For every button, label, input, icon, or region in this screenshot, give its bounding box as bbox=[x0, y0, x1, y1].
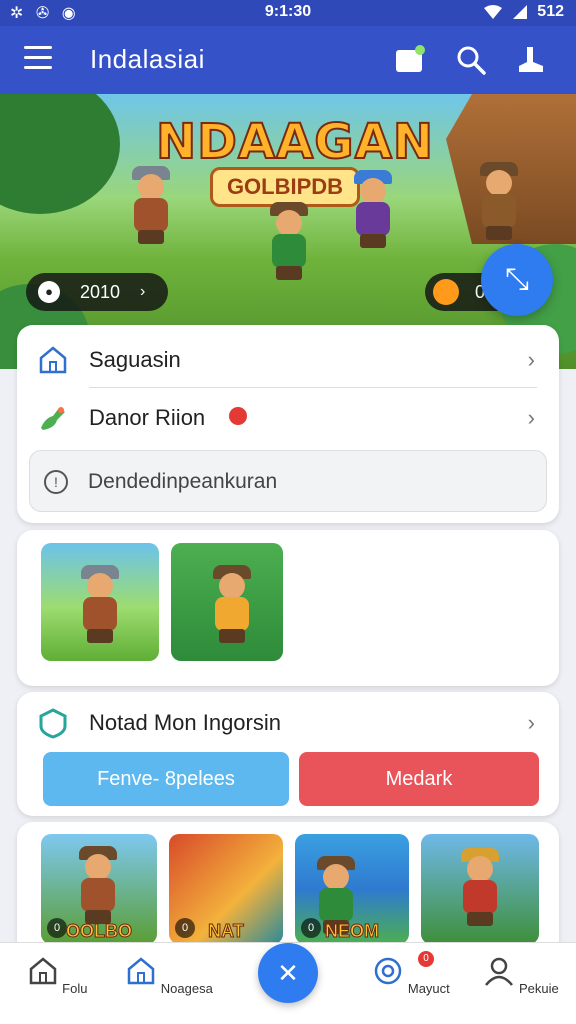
medark-button[interactable]: Medark bbox=[299, 752, 539, 806]
nav-item-pekuie[interactable]: Pekuie bbox=[476, 955, 566, 996]
shield-icon bbox=[39, 708, 67, 739]
menu-item-label: Saguasin bbox=[89, 347, 181, 372]
battery-level: 512 bbox=[537, 3, 564, 20]
chevron-right-icon: › bbox=[527, 405, 535, 430]
app-title: Indalasiai bbox=[90, 44, 205, 74]
character-thumb-1[interactable] bbox=[41, 543, 159, 661]
home-outline-icon bbox=[39, 346, 67, 374]
nav-label: Noagesa bbox=[160, 981, 213, 996]
game-label: NAT bbox=[208, 921, 245, 942]
search-placeholder: Dendedinpeankuran bbox=[88, 470, 278, 493]
score-pill[interactable]: ● 2010 › bbox=[26, 273, 168, 311]
character-dwarf bbox=[130, 166, 172, 246]
status-bar: ✲ ✇ ◉ 9:1:30 512 bbox=[0, 0, 576, 26]
chevron-right-icon: › bbox=[140, 283, 146, 300]
home-icon bbox=[127, 957, 155, 985]
game-label: OOLBO bbox=[66, 921, 133, 942]
features-button[interactable]: Fenve- 8pelees bbox=[43, 752, 289, 806]
nav-label: Folu bbox=[62, 981, 88, 996]
signal-icon bbox=[513, 5, 528, 19]
divider bbox=[89, 387, 537, 388]
close-icon: ✕ bbox=[277, 958, 299, 988]
chevron-right-icon: › bbox=[527, 347, 535, 372]
thumb-character bbox=[211, 565, 253, 645]
chevron-right-icon: › bbox=[527, 710, 535, 735]
notification-badge: 0 bbox=[418, 951, 434, 967]
menu-icon[interactable] bbox=[24, 46, 52, 72]
home-icon bbox=[29, 957, 56, 985]
nav-label: Pekuie bbox=[518, 981, 559, 996]
banner-title: NDAAGAN bbox=[155, 113, 435, 171]
menu-item-danor-riion[interactable]: Danor Riion › bbox=[17, 389, 559, 447]
notes-icon[interactable] bbox=[394, 44, 426, 76]
nav-item-noagesa[interactable]: Noagesa bbox=[124, 955, 214, 996]
target-icon bbox=[374, 957, 402, 985]
character-blue bbox=[352, 170, 394, 250]
game-thumb-2[interactable]: 0 NAT bbox=[169, 834, 283, 944]
score-value: 2010 bbox=[80, 281, 121, 302]
banner-subtitle: GOLBIPDB bbox=[210, 167, 360, 207]
characters-card bbox=[17, 530, 559, 686]
search-input[interactable]: ! Dendedinpeankuran bbox=[29, 450, 547, 512]
face-icon: ● bbox=[38, 281, 60, 303]
games-card: 0 OOLBO 0 NAT 0 NEOM bbox=[17, 822, 559, 962]
promo-card: Notad Mon Ingorsin › Fenve- 8pelees Meda… bbox=[17, 692, 559, 816]
game-thumb-1[interactable]: 0 OOLBO bbox=[41, 834, 157, 944]
game-thumb-4[interactable] bbox=[421, 834, 539, 944]
thumb-character bbox=[459, 848, 501, 928]
character-hero bbox=[268, 202, 310, 282]
status-right: 512 bbox=[483, 3, 564, 21]
menu-item-label: Danor Riion bbox=[89, 405, 206, 430]
info-icon: ! bbox=[44, 470, 68, 494]
alert-icon bbox=[229, 407, 247, 425]
nav-item-folu[interactable]: Folu bbox=[12, 955, 102, 996]
nav-label: Mayuct bbox=[407, 981, 450, 996]
app-bar: Indalasiai bbox=[0, 26, 576, 94]
character-thumb-2[interactable] bbox=[171, 543, 283, 661]
paint-brush-icon bbox=[41, 407, 65, 430]
menu-item-saguasin[interactable]: Saguasin › bbox=[17, 331, 559, 389]
bottom-nav: Folu Noagesa ✕ 0 Mayuct Pekuie bbox=[0, 942, 576, 1024]
person-icon bbox=[485, 957, 514, 986]
swap-icon: ⤡ bbox=[505, 263, 529, 296]
nav-item-mayuct[interactable]: 0 Mayuct bbox=[366, 951, 456, 996]
thumb-character bbox=[77, 846, 119, 926]
game-label: NEOM bbox=[325, 921, 380, 942]
thumb-character bbox=[79, 565, 121, 645]
game-thumb-3[interactable]: 0 NEOM bbox=[295, 834, 409, 944]
menu-card: Saguasin › Danor Riion › ! Dendedinpeank… bbox=[17, 325, 559, 523]
nav-center-button[interactable]: ✕ bbox=[258, 943, 318, 1003]
coin-icon bbox=[433, 279, 459, 305]
promo-header[interactable]: Notad Mon Ingorsin › bbox=[17, 694, 559, 752]
search-icon[interactable] bbox=[455, 44, 487, 76]
boot-icon[interactable] bbox=[515, 44, 547, 76]
promo-title: Notad Mon Ingorsin bbox=[89, 710, 281, 735]
swap-button[interactable]: ⤡ bbox=[481, 244, 553, 316]
palm-tree-left bbox=[0, 94, 120, 214]
character-barrel bbox=[478, 162, 520, 242]
wifi-icon bbox=[484, 5, 503, 19]
